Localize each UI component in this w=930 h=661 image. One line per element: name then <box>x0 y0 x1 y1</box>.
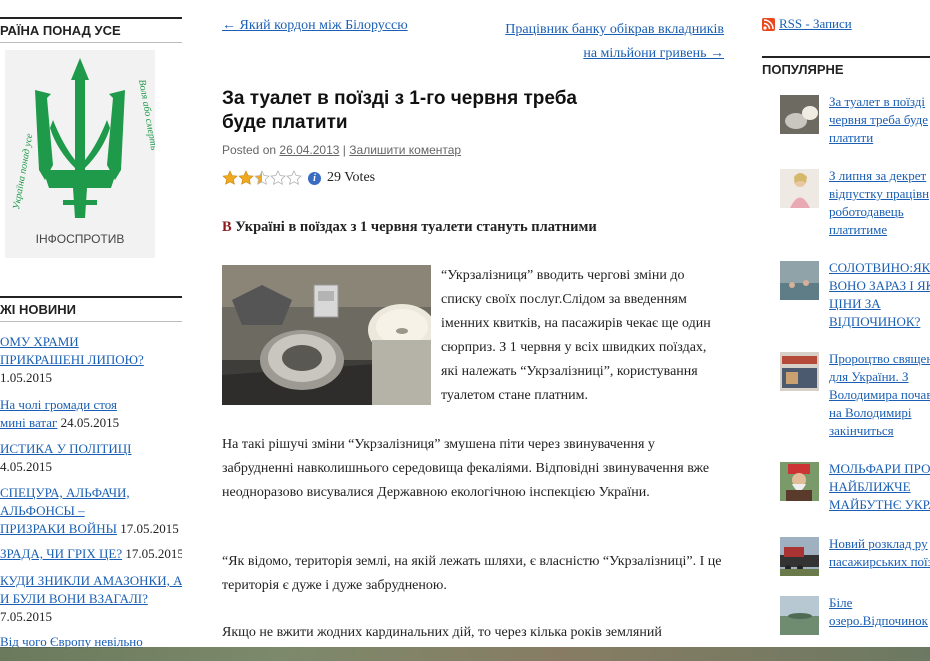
popular-thumbnail[interactable] <box>780 169 819 208</box>
leave-comment-link[interactable]: Залишити коментар <box>349 143 461 157</box>
news-item[interactable]: На чолі громади стоя мині ватаг 24.05.20… <box>0 396 182 432</box>
popular-thumbnail[interactable] <box>780 596 819 635</box>
infosprotyv-logo[interactable]: Україна понад усе Воля або смерть ІНФОСП… <box>5 50 155 258</box>
popular-thumbnail[interactable] <box>780 261 819 300</box>
next-post-link[interactable]: Працівник банку обікрав вкладників на мі… <box>464 18 724 66</box>
logo-left-text: Україна понад усе <box>11 132 35 210</box>
popular-thumbnail[interactable] <box>780 537 819 576</box>
news-item[interactable]: СПЕЦУРА, АЛЬФАЧИ, АЛЬФОНСЫ – ПРИЗРАКИ ВО… <box>0 484 182 538</box>
desktop-background-strip <box>0 647 930 661</box>
post-paragraph: На такі рішучі зміни “Укрзалізниця” змуш… <box>222 437 710 500</box>
popular-section-title: ПОПУЛЯРНЕ <box>762 56 930 77</box>
sidebar-section-title: РАЇНА ПОНАД УСЕ <box>0 17 182 43</box>
trident-emblem: Україна понад усе Воля або смерть <box>11 58 155 218</box>
post-date-link[interactable]: 26.04.2013 <box>279 143 339 157</box>
rss-icon[interactable] <box>762 17 775 31</box>
post-paragraph: “Як відомо, територія землі, на якій леж… <box>222 554 722 593</box>
star-rating[interactable]: i 29 Votes <box>222 168 375 188</box>
post-title: За туалет в поїзді з 1-го червня треба бу… <box>222 88 577 133</box>
star-icon-full[interactable] <box>238 170 254 186</box>
star-icon-full[interactable] <box>222 170 238 186</box>
post-paragraph: Якщо не вжити жодних кардинальних дій, т… <box>222 625 662 640</box>
news-item[interactable]: ОМУ ХРАМИ ПРИКРАШЕНІ ЛИПОЮ? 1.05.2015 <box>0 333 182 387</box>
news-item[interactable]: ЗРАДА, ЧИ ГРІХ ЦЕ? 17.05.2015 <box>0 545 182 563</box>
previous-post-link[interactable]: ← Який кордон між Білоруссю <box>222 18 408 34</box>
star-icon-half[interactable] <box>254 170 270 186</box>
popular-thumbnail[interactable] <box>780 95 819 134</box>
logo-right-text: Воля або смерть <box>136 79 155 152</box>
right-sidebar: RSS - Записи ПОПУЛЯРНЕ За туалет в поїзд… <box>762 0 930 661</box>
popular-thumbnail[interactable] <box>780 352 819 391</box>
popular-thumbnail[interactable] <box>780 462 819 501</box>
post-lead: В Україні в поїздах з 1 червня туалети с… <box>222 219 597 235</box>
rss-link[interactable]: RSS - Записи <box>762 16 852 32</box>
post-meta: Posted on 26.04.2013 | Залишити коментар <box>222 143 462 157</box>
main-content: ← Який кордон між Білоруссю Працівник ба… <box>222 0 724 661</box>
left-sidebar: РАЇНА ПОНАД УСЕ Україна понад усе Воля а… <box>0 0 182 661</box>
news-item[interactable]: КУДИ ЗНИКЛИ АМАЗОНКИ, А И БУЛИ ВОНИ ВЗАГ… <box>0 572 182 626</box>
info-icon[interactable]: i <box>308 171 321 185</box>
news-item[interactable]: ИСТИКА У ПОЛІТИЦІ 4.05.2015 <box>0 440 182 476</box>
logo-caption: ІНФОСПРОТИВ <box>35 232 125 246</box>
vote-count: 29 Votes <box>327 170 376 185</box>
sidebar-section-title: ЖІ НОВИНИ <box>0 296 182 322</box>
train-toilet-photo <box>222 265 431 405</box>
star-icon-empty[interactable] <box>270 170 286 186</box>
star-icon-empty[interactable] <box>286 170 302 186</box>
post-paragraph: “Укрзалізниця” вводить чергові зміни до … <box>441 268 711 403</box>
